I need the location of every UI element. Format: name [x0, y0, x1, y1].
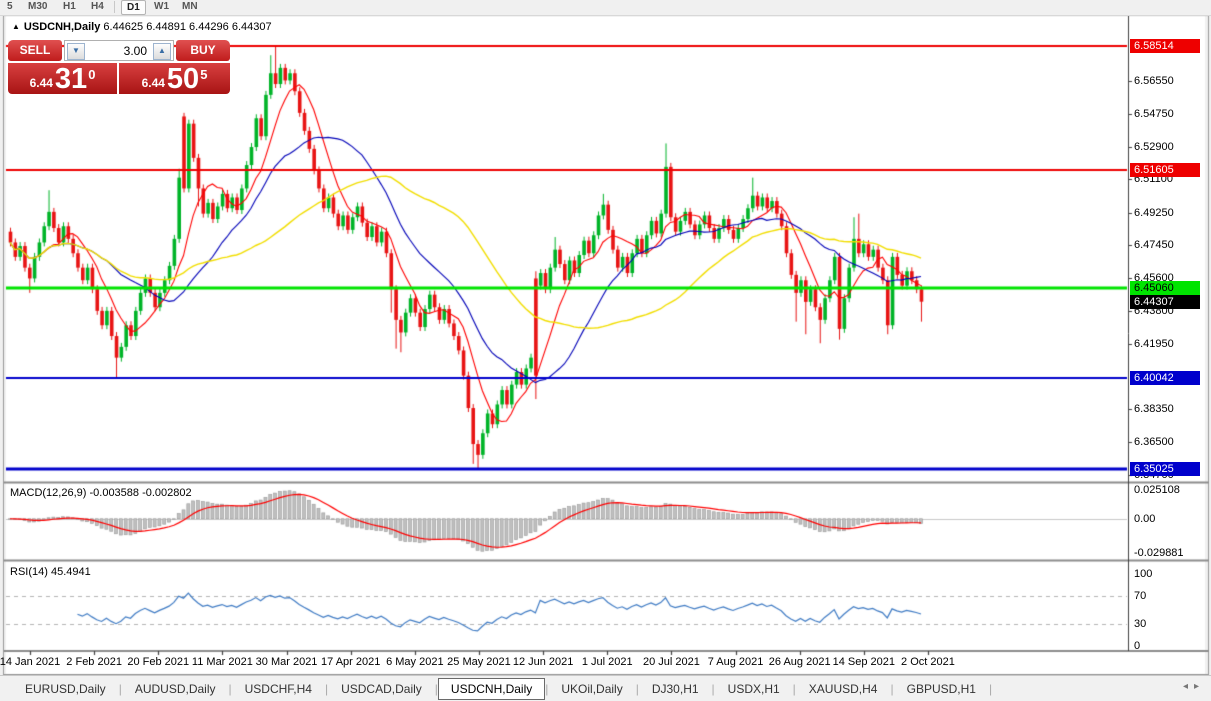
date-axis-label: 2 Feb 2021	[66, 656, 122, 668]
tabs-scroll-right-icon[interactable]: ▸	[1194, 681, 1205, 692]
chart-tab-dj30[interactable]: DJ30,H1	[639, 679, 712, 699]
date-axis-label: 20 Feb 2021	[127, 656, 189, 668]
tabs-scroll-left-icon[interactable]: ◂	[1183, 681, 1194, 692]
toolbar-separator	[114, 1, 115, 13]
rsi-axis-tick: 100	[1134, 568, 1152, 580]
timeframe-button-w1[interactable]: W1	[149, 0, 174, 13]
rsi-indicator-label: RSI(14) 45.4941	[10, 566, 91, 578]
date-axis-label: 1 Jul 2021	[582, 656, 633, 668]
triangle-up-icon: ▲	[158, 46, 166, 55]
chart-tab-usdcnh[interactable]: USDCNH,Daily	[438, 678, 545, 700]
price-axis-tick: 6.56550	[1134, 75, 1174, 87]
one-click-trade-panel: SELL ▼ 3.00 ▲ BUY 6.44 31 0 6.44 50 5	[8, 40, 230, 94]
chart-tab-audusd[interactable]: AUDUSD,Daily	[122, 679, 229, 699]
date-axis-label: 17 Apr 2021	[321, 656, 380, 668]
symbol-arrow-icon: ▲	[12, 22, 20, 31]
rsi-axis-tick: 0	[1134, 640, 1140, 652]
macd-axis-tick: 0.00	[1134, 513, 1155, 525]
tab-scroll-arrows[interactable]: ◂▸	[1183, 681, 1205, 692]
date-axis-label: 20 Jul 2021	[643, 656, 700, 668]
timeframe-button-mn[interactable]: MN	[177, 0, 203, 13]
macd-axis-tick: -0.029881	[1134, 547, 1184, 559]
buy-price-prefix: 6.44	[142, 76, 165, 90]
volume-up-button[interactable]: ▲	[153, 43, 171, 60]
tab-separator: |	[989, 682, 992, 696]
price-axis-tick: 6.41950	[1134, 338, 1174, 350]
sell-button[interactable]: SELL	[8, 40, 62, 61]
volume-down-button[interactable]: ▼	[67, 43, 85, 60]
price-level-tag: 6.51605	[1130, 163, 1200, 177]
buy-button[interactable]: BUY	[176, 40, 230, 61]
price-axis-tick: 6.54750	[1134, 108, 1174, 120]
chart-ohlc-values: 6.44625 6.44891 6.44296 6.44307	[103, 21, 271, 33]
price-level-tag: 6.35025	[1130, 462, 1200, 476]
chart-tab-usdx[interactable]: USDX,H1	[715, 679, 793, 699]
volume-value[interactable]: 3.00	[85, 41, 153, 62]
price-level-tag: 6.40042	[1130, 371, 1200, 385]
date-axis-label: 14 Sep 2021	[833, 656, 895, 668]
chart-symbol-label: USDCNH,Daily	[24, 21, 100, 33]
sell-price-prefix: 6.44	[30, 76, 53, 90]
buy-price-display[interactable]: 6.44 50 5	[119, 63, 230, 94]
timeframe-button-5[interactable]: 5	[2, 0, 18, 13]
current-price-tag: 6.44307	[1130, 295, 1200, 309]
chart-tab-xauusd[interactable]: XAUUSD,H4	[796, 679, 891, 699]
timeframe-button-h4[interactable]: H4	[86, 0, 109, 13]
rsi-axis-tick: 70	[1134, 590, 1146, 602]
price-axis-tick: 6.49250	[1134, 207, 1174, 219]
chart-tab-eurusd[interactable]: EURUSD,Daily	[12, 679, 119, 699]
date-axis-label: 11 Mar 2021	[192, 656, 253, 668]
timeframe-button-d1[interactable]: D1	[121, 0, 146, 15]
chart-tab-usdchf[interactable]: USDCHF,H4	[232, 679, 325, 699]
date-axis-label: 2 Oct 2021	[901, 656, 955, 668]
buy-price-big: 50	[167, 65, 199, 94]
macd-axis-tick: 0.025108	[1134, 484, 1180, 496]
price-axis-tick: 6.36500	[1134, 436, 1174, 448]
timeframe-button-m30[interactable]: M30	[23, 0, 52, 13]
date-axis-label: 25 May 2021	[447, 656, 511, 668]
triangle-down-icon: ▼	[72, 46, 80, 55]
date-axis-label: 6 May 2021	[386, 656, 443, 668]
price-chart-canvas[interactable]	[0, 0, 1211, 700]
chart-tab-gbpusd[interactable]: GBPUSD,H1	[894, 679, 989, 699]
price-axis-tick: 6.38350	[1134, 403, 1174, 415]
date-axis-label: 26 Aug 2021	[769, 656, 831, 668]
sell-price-big: 31	[55, 65, 87, 94]
date-axis-label: 30 Mar 2021	[256, 656, 318, 668]
chart-title: ▲ USDCNH,Daily 6.44625 6.44891 6.44296 6.…	[12, 21, 272, 33]
timeframe-button-h1[interactable]: H1	[58, 0, 81, 13]
sell-price-sup: 0	[88, 67, 95, 82]
timeframe-toolbar: 5 M30 H1 H4 D1W1MN	[0, 0, 1211, 16]
price-axis-tick: 6.47450	[1134, 239, 1174, 251]
date-axis-label: 7 Aug 2021	[708, 656, 764, 668]
chart-tab-ukoil[interactable]: UKOil,Daily	[548, 679, 635, 699]
price-axis-tick: 6.52900	[1134, 141, 1174, 153]
price-level-tag: 6.58514	[1130, 39, 1200, 53]
macd-indicator-label: MACD(12,26,9) -0.003588 -0.002802	[10, 487, 192, 499]
volume-spinner[interactable]: ▼ 3.00 ▲	[64, 40, 174, 61]
date-axis-label: 14 Jan 2021	[0, 656, 60, 668]
sell-price-display[interactable]: 6.44 31 0	[8, 63, 117, 94]
date-axis-label: 12 Jun 2021	[513, 656, 574, 668]
chart-tab-bar: EURUSD,Daily|AUDUSD,Daily|USDCHF,H4|USDC…	[0, 675, 1211, 701]
price-level-tag: 6.45060	[1130, 281, 1200, 295]
buy-price-sup: 5	[200, 67, 207, 82]
chart-tab-usdcad[interactable]: USDCAD,Daily	[328, 679, 435, 699]
rsi-axis-tick: 30	[1134, 618, 1146, 630]
